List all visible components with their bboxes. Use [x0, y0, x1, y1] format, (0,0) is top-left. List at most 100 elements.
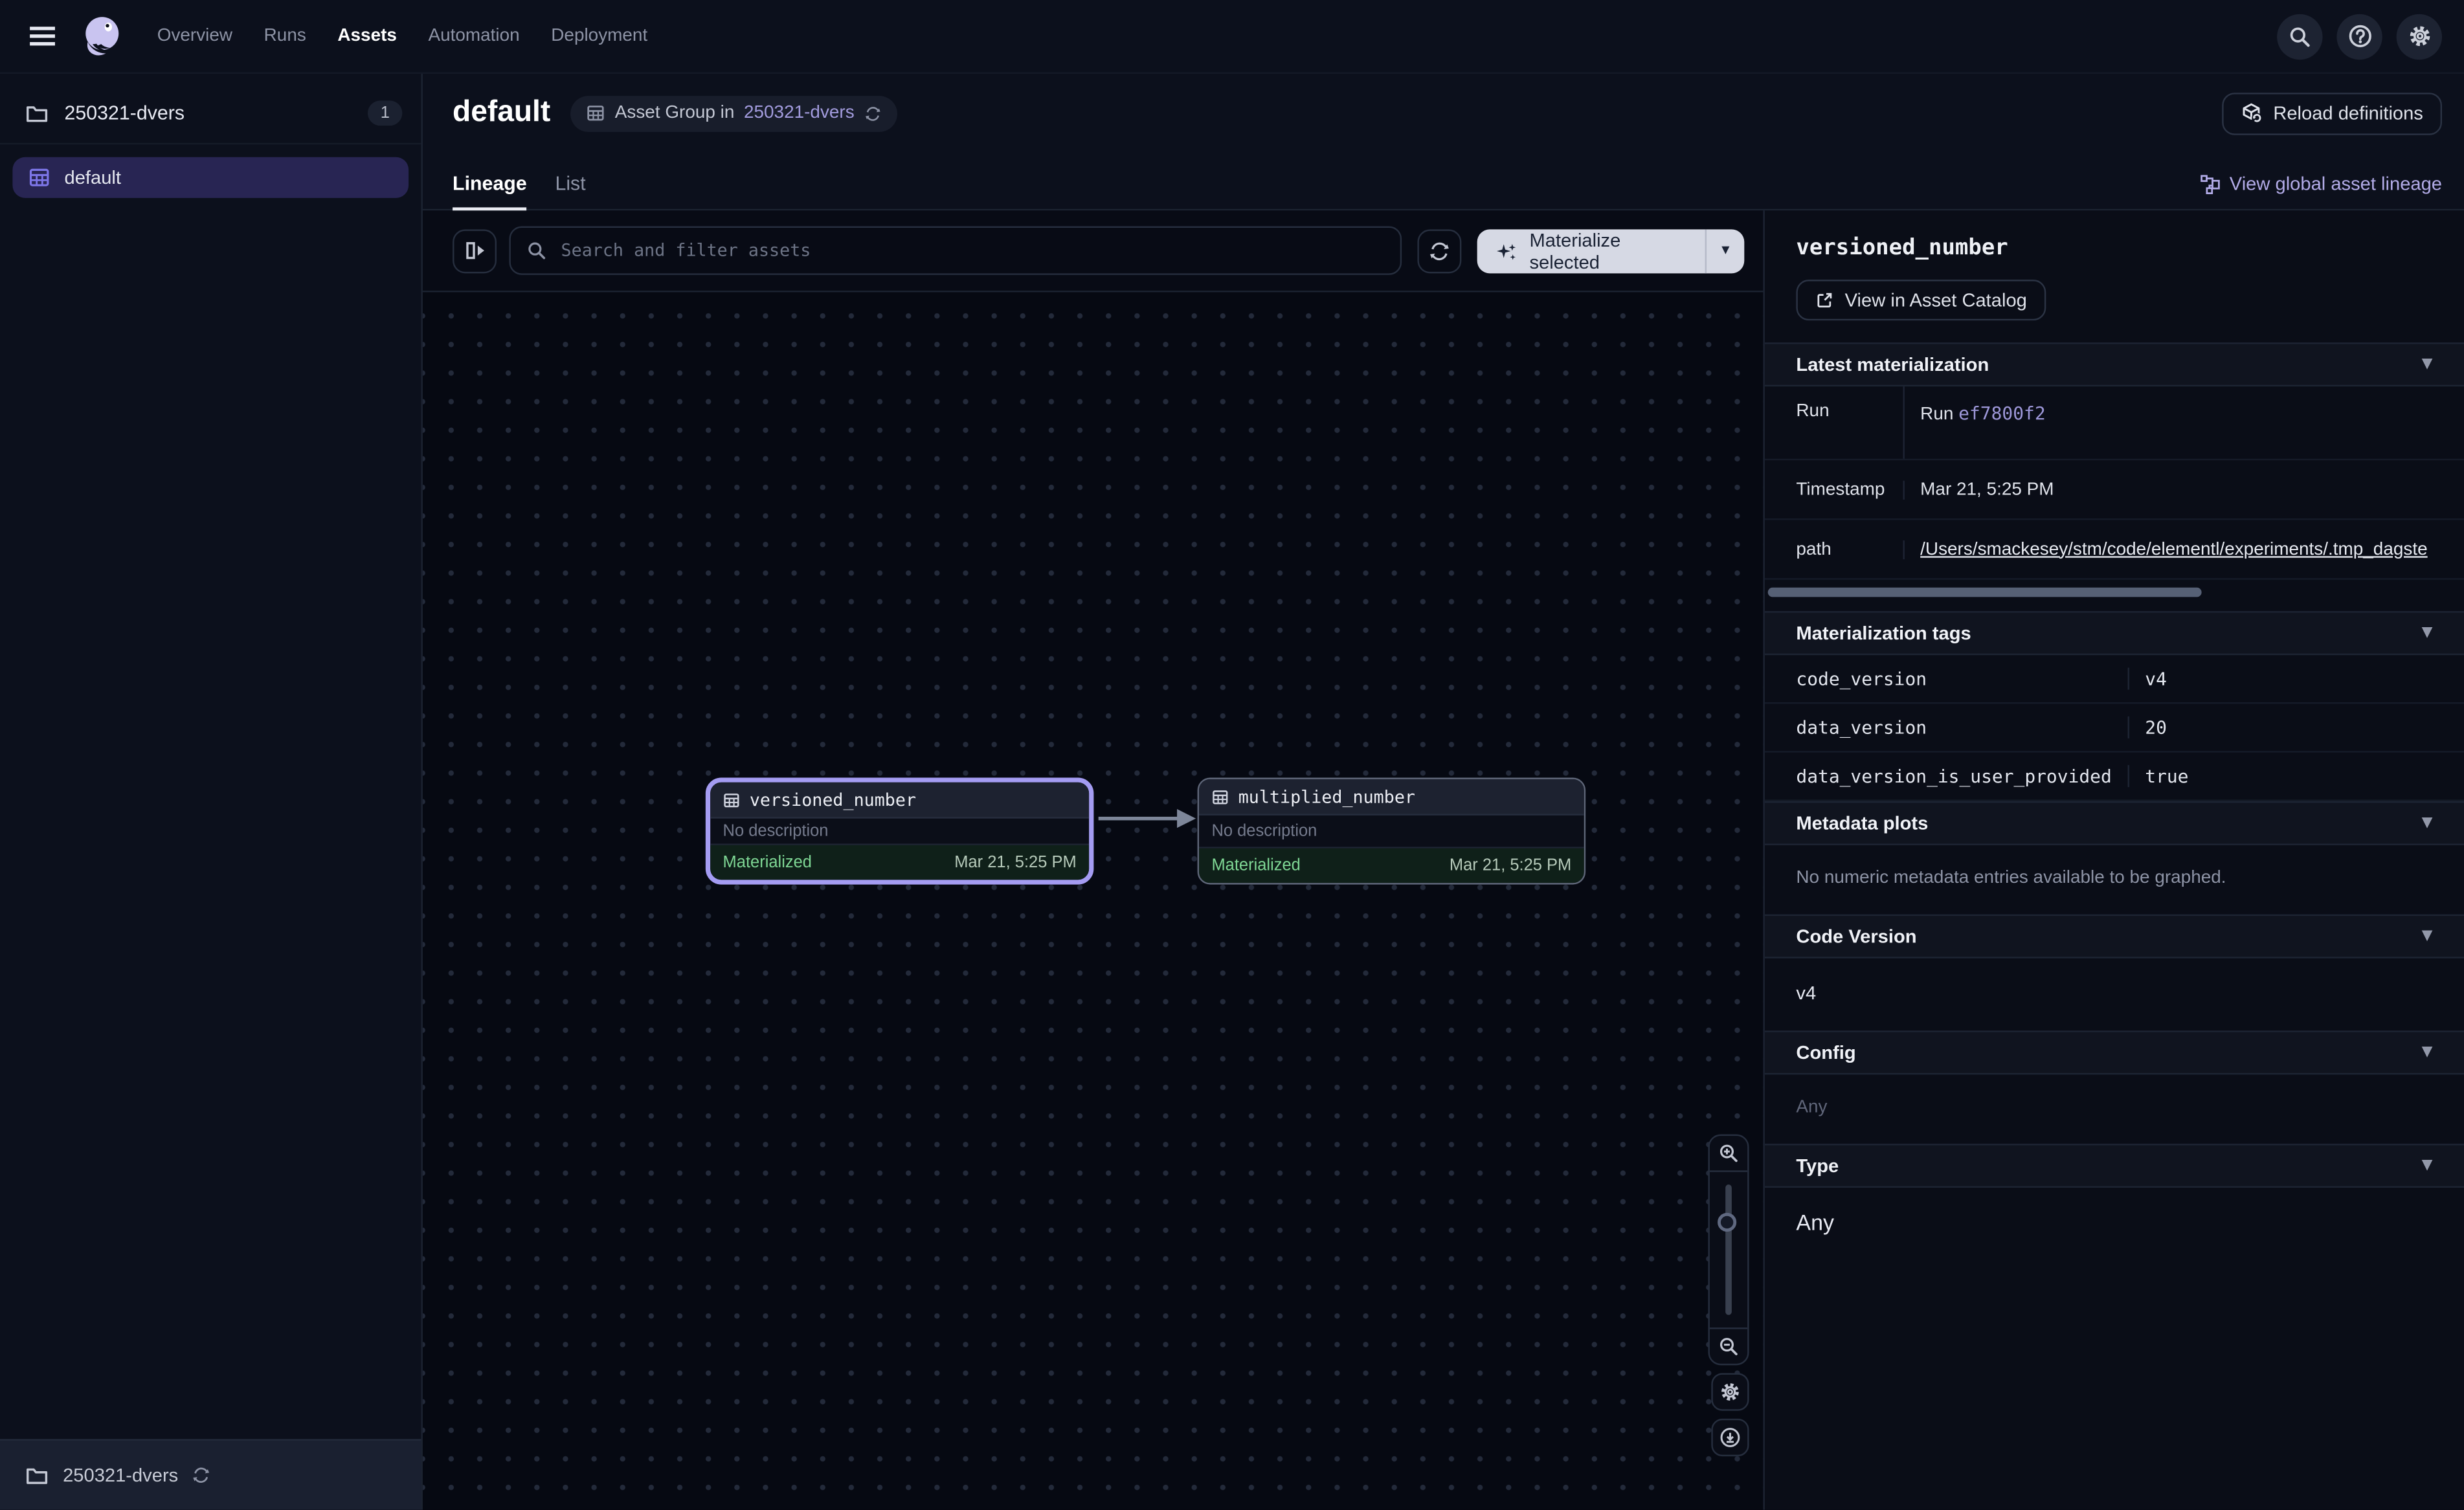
tag-key: data_version_is_user_provided — [1765, 765, 2129, 787]
zoom-slider[interactable] — [1710, 1170, 1747, 1329]
sidebar-item-default[interactable]: default — [12, 157, 409, 198]
dagster-app: Overview Runs Assets Automation Deployme… — [0, 0, 2464, 1508]
view-global-lineage-link[interactable]: View global asset lineage — [2200, 173, 2442, 209]
reload-definitions-label: Reload definitions — [2273, 102, 2423, 124]
asset-node-versioned-number[interactable]: versioned_number No description Material… — [706, 778, 1094, 885]
download-graph-button[interactable] — [1711, 1419, 1749, 1456]
code-location-footer[interactable]: 250321-dvers — [0, 1439, 421, 1509]
chevron-down-icon: ▼ — [2422, 929, 2433, 944]
path-label: path — [1765, 540, 1905, 559]
asset-group-icon — [28, 166, 50, 188]
section-latest-materialization[interactable]: Latest materialization ▼ — [1765, 342, 2464, 386]
asset-node-header: multiplied_number — [1199, 779, 1584, 816]
dagster-logo-icon — [78, 12, 126, 60]
hamburger-menu-button[interactable] — [22, 16, 63, 56]
refresh-icon — [1429, 239, 1451, 261]
lineage-canvas[interactable]: versioned_number No description Material… — [423, 292, 1763, 1509]
materialized-timestamp: Mar 21, 5:25 PM — [1450, 856, 1571, 875]
asset-node-name: versioned_number — [750, 790, 916, 810]
materialized-timestamp: Mar 21, 5:25 PM — [954, 853, 1076, 872]
materialized-status: Materialized — [1211, 856, 1300, 875]
timestamp-value: Mar 21, 5:25 PM — [1905, 480, 2464, 499]
refresh-icon[interactable] — [864, 104, 881, 122]
chevron-down-icon: ▼ — [2422, 625, 2433, 641]
refresh-icon[interactable] — [192, 1466, 211, 1485]
table-icon — [723, 791, 741, 808]
tag-value: true — [2129, 765, 2189, 787]
lineage-toolbar: Materialize selected ▾ — [423, 210, 1763, 292]
zoom-slider-track — [1725, 1184, 1732, 1315]
expand-panel-button[interactable] — [453, 228, 497, 272]
materialize-selected-button[interactable]: Materialize selected — [1477, 228, 1705, 272]
zoom-in-button[interactable] — [1710, 1136, 1747, 1170]
chevron-down-icon: ▼ — [2422, 1158, 2433, 1173]
asset-node-description: No description — [1199, 816, 1584, 849]
code-location-label: 250321-dvers — [63, 1464, 178, 1486]
horizontal-scrollbar[interactable] — [1768, 588, 2202, 597]
section-heading: Materialization tags — [1796, 622, 1971, 644]
section-heading: Latest materialization — [1796, 353, 1989, 375]
type-value: Any — [1765, 1188, 2464, 1263]
lineage-area: Materialize selected ▾ versioned_number — [423, 210, 1763, 1509]
lineage-edge-arrow — [1097, 805, 1197, 833]
zoom-out-button[interactable] — [1710, 1329, 1747, 1363]
chevron-down-icon: ▼ — [2422, 1045, 2433, 1060]
asset-group-badge[interactable]: Asset Group in 250321-dvers — [571, 95, 897, 131]
refresh-graph-button[interactable] — [1418, 228, 1462, 272]
asset-detail-panel: versioned_number View in Asset Catalog L… — [1763, 210, 2464, 1509]
metadata-plots-empty-text: No numeric metadata entries available to… — [1765, 845, 2464, 915]
tag-value: 20 — [2129, 716, 2167, 738]
zoom-out-icon — [1718, 1335, 1740, 1357]
sidebar-item-label: default — [65, 166, 121, 188]
section-materialization-tags[interactable]: Materialization tags ▼ — [1765, 611, 2464, 655]
section-type[interactable]: Type ▼ — [1765, 1144, 2464, 1188]
view-in-asset-catalog-button[interactable]: View in Asset Catalog — [1796, 280, 2046, 320]
path-link[interactable]: /Users/smackesey/stm/code/elementl/exper… — [1920, 540, 2427, 559]
nav-overview[interactable]: Overview — [157, 27, 232, 45]
run-label: Run — [1765, 386, 1905, 459]
zoom-controls — [1708, 1135, 1749, 1366]
gear-icon — [2406, 23, 2432, 49]
reload-definitions-icon — [2240, 102, 2262, 124]
latest-path-row: path /Users/smackesey/stm/code/elementl/… — [1765, 520, 2464, 579]
reload-definitions-button[interactable]: Reload definitions — [2221, 92, 2442, 135]
nav-assets[interactable]: Assets — [337, 27, 397, 45]
section-config[interactable]: Config ▼ — [1765, 1030, 2464, 1074]
timestamp-label: Timestamp — [1765, 480, 1905, 499]
run-value: Run ef7800f2 — [1905, 386, 2464, 459]
tab-list[interactable]: List — [555, 161, 585, 209]
sidebar-group-row[interactable]: 250321-dvers 1 — [0, 83, 421, 145]
search-icon — [2288, 25, 2311, 48]
view-global-lineage-label: View global asset lineage — [2230, 173, 2442, 195]
nav-automation[interactable]: Automation — [428, 27, 519, 45]
folder-icon — [25, 1463, 49, 1487]
section-heading: Type — [1796, 1155, 1839, 1177]
nav-runs[interactable]: Runs — [264, 27, 306, 45]
dagster-logo[interactable] — [78, 12, 126, 60]
section-metadata-plots[interactable]: Metadata plots ▼ — [1765, 801, 2464, 845]
nav-deployment[interactable]: Deployment — [551, 27, 647, 45]
asset-node-multiplied-number[interactable]: multiplied_number No description Materia… — [1198, 778, 1586, 885]
section-code-version[interactable]: Code Version ▼ — [1765, 915, 2464, 959]
materialize-dropdown-button[interactable]: ▾ — [1707, 228, 1745, 272]
settings-button[interactable] — [2397, 14, 2442, 59]
badge-repo-link[interactable]: 250321-dvers — [744, 104, 855, 122]
tab-lineage[interactable]: Lineage — [453, 161, 527, 209]
hamburger-icon — [28, 22, 57, 50]
external-link-icon — [1815, 291, 1834, 309]
help-button[interactable] — [2336, 14, 2382, 59]
section-heading: Code Version — [1796, 926, 1916, 948]
materialize-split-button: Materialize selected ▾ — [1477, 228, 1744, 272]
asset-node-name: multiplied_number — [1238, 786, 1415, 807]
asset-detail-title: versioned_number — [1796, 236, 2432, 261]
graph-settings-button[interactable] — [1711, 1373, 1749, 1410]
sparkles-icon — [1497, 239, 1519, 261]
run-id-link[interactable]: ef7800f2 — [1958, 402, 2045, 424]
zoom-slider-thumb[interactable] — [1718, 1213, 1736, 1232]
tag-key: data_version — [1765, 716, 2129, 738]
help-icon — [2347, 23, 2372, 49]
tag-row: data_version 20 — [1765, 704, 2464, 752]
page-header: default Asset Group in 250321-dvers Relo… — [423, 74, 2464, 152]
asset-search-input[interactable] — [558, 239, 1385, 262]
search-button[interactable] — [2277, 14, 2322, 59]
